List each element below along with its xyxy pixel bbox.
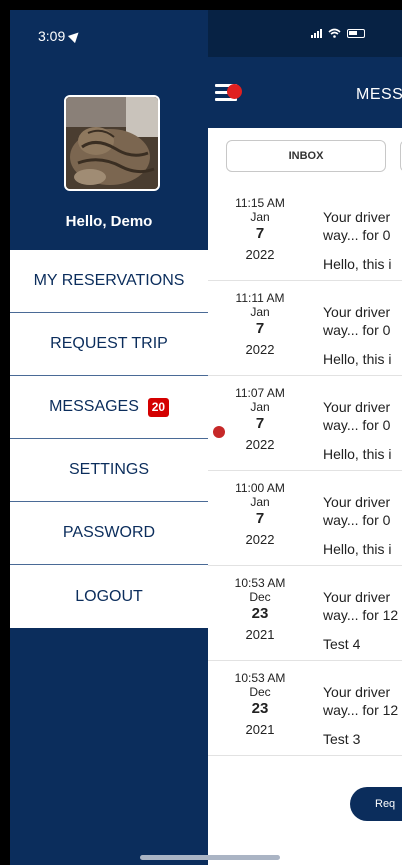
message-preview: Hello, this i — [323, 256, 392, 272]
wifi-icon — [328, 28, 341, 38]
message-month: Jan — [250, 305, 270, 319]
message-row[interactable]: 11:07 AM Jan 7 2022 Your driver way... fo… — [208, 376, 402, 471]
message-month: Dec — [249, 590, 271, 604]
app-frame: MESS INBOX 11:15 AM Jan 7 2022 Your driv… — [10, 10, 402, 865]
message-time: 11:15 AM — [235, 196, 285, 210]
message-month: Jan — [250, 210, 270, 224]
menu-item-label: PASSWORD — [62, 524, 156, 541]
message-day: 7 — [255, 225, 265, 242]
message-day: 23 — [251, 605, 269, 622]
message-month: Jan — [250, 400, 270, 414]
message-time: 10:53 AM — [234, 576, 286, 590]
message-subject-line1: Your driver — [323, 589, 391, 605]
message-preview: Test 4 — [323, 636, 361, 652]
location-arrow-icon — [68, 28, 83, 44]
message-list: 11:15 AM Jan 7 2022 Your driver way... fo… — [208, 186, 402, 756]
message-year: 2021 — [245, 722, 275, 737]
message-subject-line2: way... for 0 — [323, 512, 391, 528]
message-subject-line1: Your driver — [323, 684, 391, 700]
message-day: 7 — [255, 415, 265, 432]
side-drawer: 3:09 Hello, Demo MY RESERVATIONS REQUEST… — [10, 10, 208, 865]
message-date: 11:00 AM Jan 7 2022 — [232, 481, 288, 548]
menu-item-label: REQUEST TRIP — [50, 335, 168, 352]
message-subject-line2: way... for 12 — [323, 607, 399, 623]
messages-panel: MESS INBOX 11:15 AM Jan 7 2022 Your driv… — [208, 10, 402, 865]
message-month: Dec — [249, 685, 271, 699]
message-subject-line2: way... for 0 — [323, 227, 391, 243]
menu-item-messages[interactable]: MESSAGES 20 — [10, 376, 208, 439]
message-row[interactable]: 11:15 AM Jan 7 2022 Your driver way... fo… — [208, 186, 402, 281]
message-subject-line1: Your driver — [323, 494, 391, 510]
message-subject: Your driver way... for 0 — [323, 303, 402, 339]
greeting: Hello, Demo — [65, 213, 153, 230]
message-subject: Your driver way... for 0 — [323, 493, 402, 529]
menu-item-request-trip[interactable]: REQUEST TRIP — [10, 313, 208, 376]
messages-count-badge: 20 — [147, 397, 169, 417]
message-date: 10:53 AM Dec 23 2021 — [232, 671, 288, 738]
cat-photo — [66, 97, 158, 189]
request-trip-button[interactable]: Req — [350, 787, 402, 821]
message-day: 7 — [255, 320, 265, 337]
message-preview: Hello, this i — [323, 446, 392, 462]
message-time: 11:07 AM — [235, 386, 285, 400]
menu-item-logout[interactable]: LOGOUT — [10, 565, 208, 628]
menu-item-password[interactable]: PASSWORD — [10, 502, 208, 565]
menu-item-label: MY RESERVATIONS — [33, 272, 185, 289]
message-day: 7 — [255, 510, 265, 527]
message-preview: Hello, this i — [323, 541, 392, 557]
message-time: 11:00 AM — [235, 481, 285, 495]
message-preview: Test 3 — [323, 731, 361, 747]
drawer-menu: MY RESERVATIONS REQUEST TRIP MESSAGES 20 … — [10, 250, 208, 628]
home-indicator — [140, 855, 280, 860]
message-day: 23 — [251, 700, 269, 717]
signal-icon — [311, 28, 322, 38]
clock: 3:09 — [38, 28, 66, 44]
avatar — [64, 95, 160, 191]
message-row[interactable]: 11:00 AM Jan 7 2022 Your driver way... fo… — [208, 471, 402, 566]
message-date: 11:15 AM Jan 7 2022 — [232, 196, 288, 263]
menu-item-label: MESSAGES — [49, 398, 139, 415]
message-preview: Hello, this i — [323, 351, 392, 367]
message-month: Jan — [250, 495, 270, 509]
battery-icon — [347, 28, 365, 38]
message-subject: Your driver way... for 0 — [323, 208, 402, 244]
menu-item-my-reservations[interactable]: MY RESERVATIONS — [10, 250, 208, 313]
message-year: 2022 — [245, 342, 275, 357]
message-subject-line2: way... for 0 — [323, 322, 391, 338]
system-icons — [311, 28, 365, 38]
menu-item-label: LOGOUT — [75, 587, 143, 605]
message-subject: Your driver way... for 12 — [323, 683, 402, 719]
message-subject-line2: way... for 12 — [323, 702, 399, 718]
unread-indicator-dot — [213, 426, 225, 438]
message-subject: Your driver way... for 0 — [323, 398, 402, 434]
message-year: 2021 — [245, 627, 275, 642]
tab-inbox[interactable]: INBOX — [226, 140, 386, 172]
menu-item-label: SETTINGS — [68, 461, 149, 478]
message-row[interactable]: 10:53 AM Dec 23 2021 Your driver way... f… — [208, 566, 402, 661]
page-title: MESS — [356, 86, 402, 103]
menu-item-settings[interactable]: SETTINGS — [10, 439, 208, 502]
message-row[interactable]: 11:11 AM Jan 7 2022 Your driver way... fo… — [208, 281, 402, 376]
message-subject: Your driver way... for 12 — [323, 588, 402, 624]
message-date: 11:11 AM Jan 7 2022 — [232, 291, 288, 358]
message-time: 11:11 AM — [235, 291, 285, 305]
message-time: 10:53 AM — [234, 671, 286, 685]
message-subject-line1: Your driver — [323, 304, 391, 320]
status-bar-right — [208, 10, 402, 57]
status-bar-time: 3:09 — [38, 28, 83, 44]
message-date: 10:53 AM Dec 23 2021 — [232, 576, 288, 643]
message-row[interactable]: 10:53 AM Dec 23 2021 Your driver way... f… — [208, 661, 402, 756]
message-year: 2022 — [245, 247, 275, 262]
notification-dot — [227, 84, 242, 99]
message-subject-line1: Your driver — [323, 209, 391, 225]
message-subject-line2: way... for 0 — [323, 417, 391, 433]
message-year: 2022 — [245, 532, 275, 547]
message-year: 2022 — [245, 437, 275, 452]
message-subject-line1: Your driver — [323, 399, 391, 415]
message-date: 11:07 AM Jan 7 2022 — [232, 386, 288, 453]
